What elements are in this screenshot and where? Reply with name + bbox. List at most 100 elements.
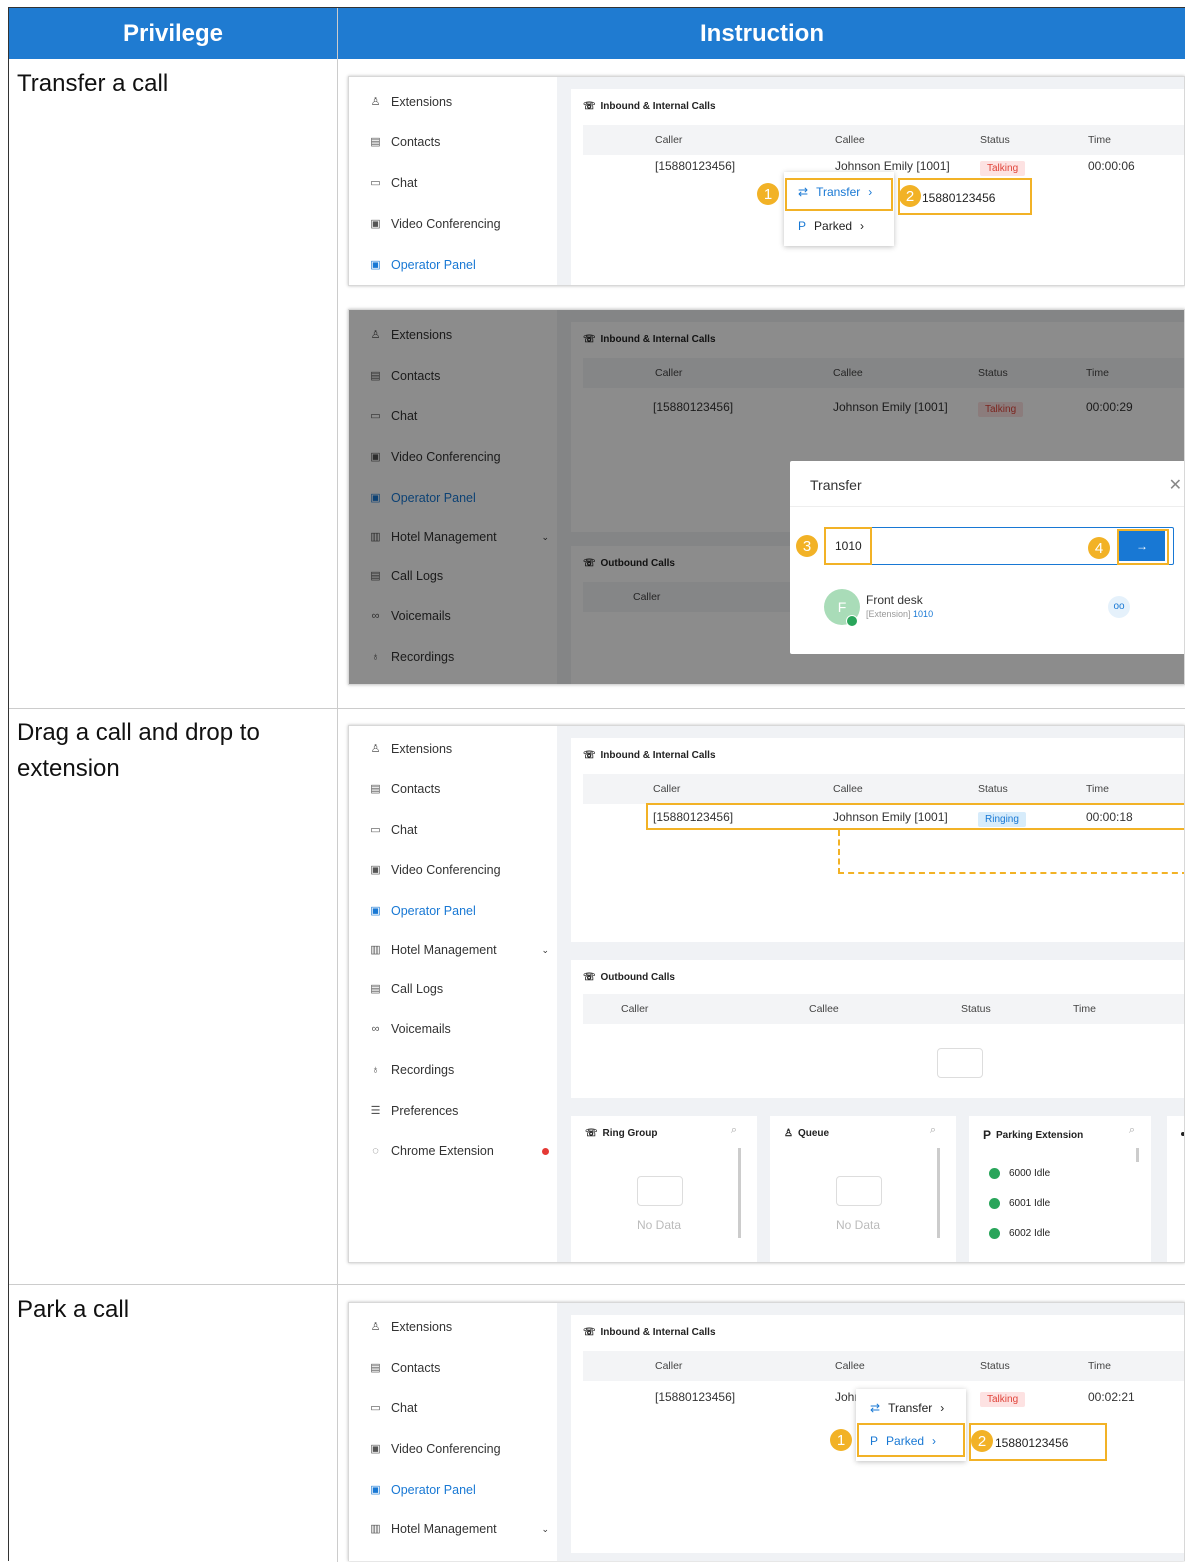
highlight-box — [1117, 529, 1169, 565]
voicemail-icon: ∞ — [371, 1022, 380, 1035]
status-badge: Talking — [980, 1392, 1026, 1407]
divider — [790, 506, 1184, 507]
extensions-icon: ♙ — [370, 1320, 381, 1333]
call-logs-icon: ▤ — [370, 982, 381, 995]
notification-dot — [542, 1147, 549, 1155]
sidebar-item-hotel[interactable]: ▥ Hotel Management ⌄ — [369, 943, 549, 957]
check-icon — [989, 1168, 1000, 1179]
sidebar-item-video[interactable]: ▣ Video Conferencing — [369, 863, 549, 877]
table-header: Caller Callee Status Time — [583, 125, 1184, 155]
chat-icon: ▭ — [370, 1401, 381, 1414]
chat-icon: ▭ — [370, 176, 381, 189]
phone-icon: ☏ — [583, 750, 596, 761]
highlight-box — [646, 803, 1184, 830]
menu-item-transfer[interactable]: ⇄ Transfer › — [856, 1395, 966, 1421]
screenshot-transfer-dialog: ♙ Extensions ▤ Contacts ▭ Chat ▣ Video Confe… — [348, 309, 1185, 685]
parking-title: P Parking Extension — [983, 1128, 1084, 1142]
sidebar-item-extensions[interactable]: ♙ Extensions — [369, 95, 549, 109]
screenshot-park-call: ♙ Extensions ▤ Contacts ▭ Chat ▣ Video Confe… — [348, 1302, 1185, 1561]
step-badge-1: 1 — [830, 1429, 852, 1451]
status-badge: Talking — [980, 161, 1026, 176]
sidebar-item-recordings[interactable]: ♁ Recordings — [369, 1063, 549, 1077]
sidebar-item-hotel[interactable]: ▥ Hotel Management ⌄ — [369, 1522, 549, 1536]
contacts-icon: ▤ — [370, 782, 381, 795]
sidebar-item-calllogs[interactable]: ▤ Call Logs — [369, 982, 549, 996]
search-icon[interactable]: ⌕ — [1129, 1124, 1135, 1137]
transfer-icon: ⇄ — [870, 1401, 881, 1415]
phone-icon: ☏ — [583, 972, 596, 983]
sidebar-item-preferences[interactable]: ☰ Preferences — [369, 1104, 549, 1118]
privilege-transfer: Transfer a call — [17, 70, 169, 97]
chat-icon: ▭ — [370, 823, 381, 836]
scrollbar[interactable] — [937, 1148, 940, 1238]
sidebar-item-operator[interactable]: ▣ Operator Panel — [369, 258, 549, 272]
chevron-down-icon: ⌄ — [541, 1523, 549, 1534]
chrome-icon: ◌ — [372, 1144, 379, 1157]
drag-path — [838, 830, 1184, 874]
step-badge-4: 4 — [1088, 537, 1110, 559]
search-icon[interactable]: ⌕ — [731, 1124, 737, 1137]
operator-icon: ▣ — [370, 1483, 381, 1496]
parking-card: P Parking Extension ⌕ 6000 Idle 6001 Idle… — [969, 1116, 1151, 1262]
sidebar-item-contacts[interactable]: ▤ Contacts — [369, 1361, 549, 1375]
result-name[interactable]: Front desk — [866, 593, 923, 607]
empty-tray-icon — [937, 1048, 983, 1078]
scrollbar[interactable] — [1136, 1148, 1139, 1162]
video-icon: ▣ — [370, 1442, 381, 1455]
sidebar-item-chrome[interactable]: ◌ Chrome Extension — [369, 1144, 549, 1158]
extensions-icon: ♙ — [370, 742, 381, 755]
sidebar-item-chat[interactable]: ▭ Chat — [369, 823, 549, 837]
extension-card-partial — [1167, 1116, 1184, 1262]
outbound-title: ☏ Outbound Calls — [583, 972, 675, 983]
sidebar-item-extensions[interactable]: ♙ Extensions — [369, 742, 549, 756]
phone-icon: ☏ — [583, 1327, 596, 1338]
parking-slot[interactable]: 6000 Idle — [989, 1168, 1050, 1179]
preferences-icon: ☰ — [370, 1104, 381, 1117]
privilege-drag: Drag a call and drop to extension — [17, 719, 260, 782]
video-icon: ▣ — [370, 217, 381, 230]
step-badge-1: 1 — [757, 183, 779, 205]
card-icon — [1181, 1132, 1184, 1136]
operator-icon: ▣ — [370, 904, 381, 917]
highlight-box — [857, 1423, 965, 1457]
queue-icon: ♙ — [784, 1128, 793, 1139]
queue-title: ♙ Queue — [784, 1128, 830, 1139]
sidebar-item-video[interactable]: ▣ Video Conferencing — [369, 1442, 549, 1456]
check-icon — [989, 1198, 1000, 1209]
sidebar: ♙ Extensions ▤ Contacts ▭ Chat ▣ Video Confe… — [349, 726, 557, 1262]
sidebar-item-contacts[interactable]: ▤ Contacts — [369, 135, 549, 149]
sidebar-item-voicemails[interactable]: ∞ Voicemails — [369, 1022, 549, 1036]
operator-icon: ▣ — [370, 258, 381, 271]
sidebar-item-contacts[interactable]: ▤ Contacts — [369, 782, 549, 796]
contacts-icon: ▤ — [370, 1361, 381, 1374]
highlight-box — [785, 178, 893, 211]
transfer-dialog: Transfer ✕ 1010 → 3 4 F Front desk [Exte… — [790, 461, 1184, 654]
empty-tray-icon — [836, 1176, 882, 1206]
step-badge-2: 2 — [971, 1430, 993, 1452]
phone-icon: ☏ — [585, 1128, 598, 1139]
sidebar-item-extensions[interactable]: ♙ Extensions — [369, 1320, 549, 1334]
close-icon[interactable]: ✕ — [1169, 475, 1182, 495]
sidebar-item-operator[interactable]: ▣ Operator Panel — [369, 904, 549, 918]
scrollbar[interactable] — [738, 1148, 741, 1238]
sidebar-item-chat[interactable]: ▭ Chat — [369, 176, 549, 190]
ring-group-title: ☏ Ring Group — [585, 1128, 658, 1139]
step-badge-3: 3 — [796, 535, 818, 557]
column-divider — [337, 8, 338, 1562]
menu-item-parked[interactable]: P Parked › — [784, 213, 894, 239]
parking-slot[interactable]: 6002 Idle — [989, 1228, 1050, 1239]
chevron-down-icon: ⌄ — [541, 944, 549, 955]
voicemail-icon[interactable]: oo — [1108, 596, 1130, 618]
hotel-icon: ▥ — [370, 1522, 381, 1535]
sidebar: ♙ Extensions ▤ Contacts ▭ Chat ▣ Video Confe… — [349, 1303, 557, 1561]
highlight-box — [824, 527, 872, 565]
sidebar-item-chat[interactable]: ▭ Chat — [369, 1401, 549, 1415]
search-icon[interactable]: ⌕ — [930, 1124, 936, 1137]
sidebar-item-operator[interactable]: ▣ Operator Panel — [369, 1483, 549, 1497]
ring-group-card: ☏ Ring Group ⌕ No Data — [571, 1116, 757, 1262]
sidebar-item-video[interactable]: ▣ Video Conferencing — [369, 217, 549, 231]
inbound-title: ☏ Inbound & Internal Calls — [583, 1327, 716, 1338]
status-dot-icon — [846, 615, 858, 627]
extensions-icon: ♙ — [370, 95, 381, 108]
parking-slot[interactable]: 6001 Idle — [989, 1198, 1050, 1209]
